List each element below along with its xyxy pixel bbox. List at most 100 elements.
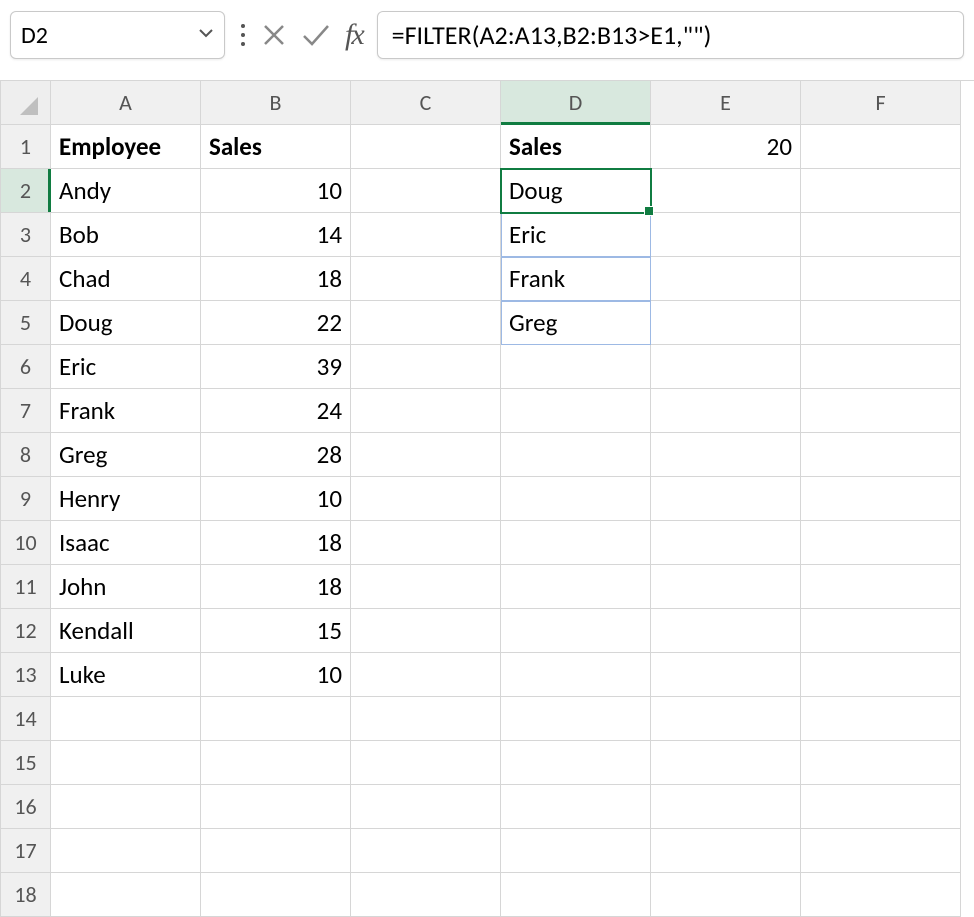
row-header-1[interactable]: 1 — [1, 125, 51, 169]
cell-D5[interactable]: Greg — [501, 301, 651, 345]
cell-D9[interactable] — [501, 477, 651, 521]
cell-D4[interactable]: Frank — [501, 257, 651, 301]
cell-B12[interactable]: 15 — [201, 609, 351, 653]
row-header-13[interactable]: 13 — [1, 653, 51, 697]
cell-A9[interactable]: Henry — [51, 477, 201, 521]
cell-F14[interactable] — [801, 697, 961, 741]
cell-D1[interactable]: Sales — [501, 125, 651, 169]
chevron-down-icon[interactable] — [198, 24, 214, 46]
cell-C11[interactable] — [351, 565, 501, 609]
cell-B8[interactable]: 28 — [201, 433, 351, 477]
confirm-icon[interactable] — [301, 22, 331, 48]
cell-D13[interactable] — [501, 653, 651, 697]
row-header-12[interactable]: 12 — [1, 609, 51, 653]
cell-D12[interactable] — [501, 609, 651, 653]
select-all-corner[interactable] — [1, 81, 51, 125]
fx-icon[interactable]: fx — [345, 18, 363, 52]
cell-A3[interactable]: Bob — [51, 213, 201, 257]
cell-F6[interactable] — [801, 345, 961, 389]
row-header-11[interactable]: 11 — [1, 565, 51, 609]
cell-E2[interactable] — [651, 169, 801, 213]
cell-B4[interactable]: 18 — [201, 257, 351, 301]
cell-F16[interactable] — [801, 785, 961, 829]
row-header-3[interactable]: 3 — [1, 213, 51, 257]
cell-A7[interactable]: Frank — [51, 389, 201, 433]
row-header-15[interactable]: 15 — [1, 741, 51, 785]
cell-D6[interactable] — [501, 345, 651, 389]
cell-C5[interactable] — [351, 301, 501, 345]
cell-B14[interactable] — [201, 697, 351, 741]
cell-B17[interactable] — [201, 829, 351, 873]
col-header-F[interactable]: F — [801, 81, 961, 125]
col-header-B[interactable]: B — [201, 81, 351, 125]
cell-A14[interactable] — [51, 697, 201, 741]
cell-C3[interactable] — [351, 213, 501, 257]
cell-D2[interactable]: Doug — [501, 169, 651, 213]
cell-A1[interactable]: Employee — [51, 125, 201, 169]
cell-A2[interactable]: Andy — [51, 169, 201, 213]
cell-B18[interactable] — [201, 873, 351, 917]
cell-F18[interactable] — [801, 873, 961, 917]
cell-F2[interactable] — [801, 169, 961, 213]
cell-A8[interactable]: Greg — [51, 433, 201, 477]
row-header-17[interactable]: 17 — [1, 829, 51, 873]
cell-E3[interactable] — [651, 213, 801, 257]
cell-A11[interactable]: John — [51, 565, 201, 609]
cell-E18[interactable] — [651, 873, 801, 917]
cell-C14[interactable] — [351, 697, 501, 741]
row-header-2[interactable]: 2 — [1, 169, 51, 213]
cell-C8[interactable] — [351, 433, 501, 477]
cancel-icon[interactable] — [261, 22, 287, 48]
cell-E6[interactable] — [651, 345, 801, 389]
cell-E8[interactable] — [651, 433, 801, 477]
cell-D16[interactable] — [501, 785, 651, 829]
cell-A4[interactable]: Chad — [51, 257, 201, 301]
cell-B10[interactable]: 18 — [201, 521, 351, 565]
cell-D8[interactable] — [501, 433, 651, 477]
cell-F17[interactable] — [801, 829, 961, 873]
cell-D7[interactable] — [501, 389, 651, 433]
cell-F1[interactable] — [801, 125, 961, 169]
cell-F9[interactable] — [801, 477, 961, 521]
cell-B9[interactable]: 10 — [201, 477, 351, 521]
name-box[interactable]: D2 — [10, 11, 225, 59]
cell-B11[interactable]: 18 — [201, 565, 351, 609]
cell-D11[interactable] — [501, 565, 651, 609]
cell-C1[interactable] — [351, 125, 501, 169]
cell-F7[interactable] — [801, 389, 961, 433]
cell-C7[interactable] — [351, 389, 501, 433]
cell-B16[interactable] — [201, 785, 351, 829]
cell-C9[interactable] — [351, 477, 501, 521]
cell-D3[interactable]: Eric — [501, 213, 651, 257]
cell-A17[interactable] — [51, 829, 201, 873]
cell-B13[interactable]: 10 — [201, 653, 351, 697]
cell-F4[interactable] — [801, 257, 961, 301]
cell-C6[interactable] — [351, 345, 501, 389]
cell-D10[interactable] — [501, 521, 651, 565]
cell-E1[interactable]: 20 — [651, 125, 801, 169]
cell-F10[interactable] — [801, 521, 961, 565]
cell-A6[interactable]: Eric — [51, 345, 201, 389]
col-header-E[interactable]: E — [651, 81, 801, 125]
cell-F11[interactable] — [801, 565, 961, 609]
cell-C15[interactable] — [351, 741, 501, 785]
cell-E5[interactable] — [651, 301, 801, 345]
row-header-4[interactable]: 4 — [1, 257, 51, 301]
cell-B6[interactable]: 39 — [201, 345, 351, 389]
cell-A12[interactable]: Kendall — [51, 609, 201, 653]
cell-C17[interactable] — [351, 829, 501, 873]
cell-A16[interactable] — [51, 785, 201, 829]
cell-A5[interactable]: Doug — [51, 301, 201, 345]
cell-C13[interactable] — [351, 653, 501, 697]
row-header-5[interactable]: 5 — [1, 301, 51, 345]
cell-E15[interactable] — [651, 741, 801, 785]
cell-B15[interactable] — [201, 741, 351, 785]
cell-C2[interactable] — [351, 169, 501, 213]
cell-B5[interactable]: 22 — [201, 301, 351, 345]
row-header-7[interactable]: 7 — [1, 389, 51, 433]
col-header-C[interactable]: C — [351, 81, 501, 125]
row-header-16[interactable]: 16 — [1, 785, 51, 829]
cell-F12[interactable] — [801, 609, 961, 653]
cell-D17[interactable] — [501, 829, 651, 873]
cell-C4[interactable] — [351, 257, 501, 301]
